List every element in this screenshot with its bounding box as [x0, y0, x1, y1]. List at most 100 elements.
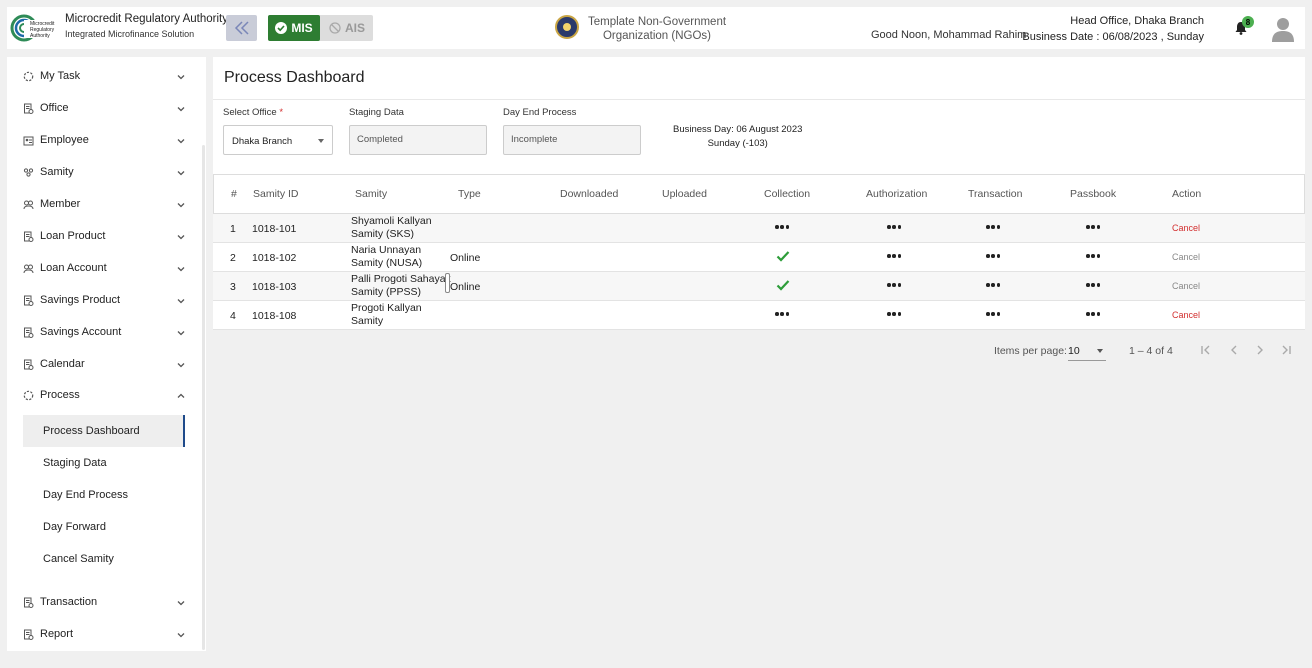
- sidebar-subitem-day-forward[interactable]: Day Forward: [23, 511, 185, 543]
- column-header-action: Action: [1172, 188, 1202, 200]
- chevron-up-icon: [176, 390, 186, 400]
- passbook-status-icon[interactable]: [1086, 312, 1100, 316]
- authorization-status-icon[interactable]: [887, 312, 901, 316]
- sidebar-item-office[interactable]: Office: [7, 94, 197, 122]
- previous-page-icon[interactable]: [1227, 343, 1241, 357]
- column-header-samity-id: Samity ID: [253, 188, 299, 200]
- sidebar-item-my-task[interactable]: My Task: [7, 62, 197, 90]
- sidebar-item-process[interactable]: Process: [7, 381, 197, 409]
- sidebar-item-savings-account[interactable]: Savings Account: [7, 318, 197, 346]
- sidebar-item-loan-account[interactable]: Loan Account: [7, 254, 197, 282]
- sidebar-item-savings-product[interactable]: Savings Product: [7, 286, 197, 314]
- passbook-status-icon[interactable]: [1086, 225, 1100, 229]
- sidebar-subitem-process-dashboard[interactable]: Process Dashboard: [23, 415, 185, 447]
- sidebar-scrollbar[interactable]: [202, 145, 205, 650]
- select-office-label: Select Office *: [223, 107, 283, 118]
- column-header-passbook: Passbook: [1070, 188, 1117, 200]
- passbook-status-icon[interactable]: [1086, 254, 1100, 258]
- chevron-down-icon: [176, 263, 186, 273]
- staging-data-field: Completed: [349, 125, 487, 155]
- top-header: Microcredit Regulatory Authority Microcr…: [7, 7, 1305, 49]
- collection-status-icon[interactable]: [775, 312, 789, 316]
- table-row: 3 1018-103 Palli Progoti Sahayak Samity (P…: [213, 272, 1305, 301]
- sidebar-item-label: Loan Product: [40, 230, 106, 242]
- cancel-action-link[interactable]: Cancel: [1172, 310, 1200, 320]
- paginator: Items per page: 10 1 – 4 of 4: [213, 330, 1305, 373]
- business-date: Business Date : 06/08/2023 , Sunday: [1022, 31, 1204, 43]
- document-icon: [23, 231, 34, 242]
- authorization-status-icon[interactable]: [887, 254, 901, 258]
- column-header-uploaded: Uploaded: [662, 188, 707, 200]
- sidebar-item-label: Office: [40, 102, 69, 114]
- collection-status-icon[interactable]: [775, 225, 789, 229]
- authorization-status-icon[interactable]: [887, 283, 901, 287]
- sidebar-item-label: Calendar: [40, 358, 85, 370]
- chevron-down-icon: [176, 103, 186, 113]
- transaction-status-icon[interactable]: [986, 225, 1000, 229]
- sidebar-item-label: Savings Product: [40, 294, 121, 306]
- authorization-status-icon[interactable]: [887, 225, 901, 229]
- user-avatar-icon[interactable]: [1271, 16, 1295, 42]
- items-per-page-label: Items per page:: [994, 345, 1067, 357]
- check-circle-icon: [275, 22, 288, 34]
- column-header-downloaded: Downloaded: [560, 188, 619, 200]
- chevron-down-icon: [176, 327, 186, 337]
- sidebar-item-employee[interactable]: Employee: [7, 126, 197, 154]
- collapse-sidebar-button[interactable]: [226, 15, 257, 41]
- sidebar-item-transaction[interactable]: Transaction: [7, 588, 197, 616]
- transaction-status-icon[interactable]: [986, 312, 1000, 316]
- next-page-icon[interactable]: [1253, 343, 1267, 357]
- last-page-icon[interactable]: [1279, 343, 1293, 357]
- document-icon: [23, 327, 34, 338]
- sidebar-subitem-label: Day End Process: [43, 489, 128, 501]
- required-mark: *: [279, 107, 284, 118]
- title-divider: [213, 99, 1305, 100]
- row-number: 4: [230, 310, 236, 322]
- document-icon: [23, 597, 34, 608]
- items-per-page-select[interactable]: 10: [1068, 339, 1106, 361]
- org-subtitle: Integrated Microfinance Solution: [65, 29, 195, 39]
- sidebar-item-samity[interactable]: Samity: [7, 158, 197, 186]
- samity-id: 1018-101: [252, 223, 297, 235]
- page-title: Process Dashboard: [224, 69, 365, 86]
- org-title: Microcredit Regulatory Authority: [65, 13, 228, 25]
- transaction-status-icon[interactable]: [986, 283, 1000, 287]
- cancel-action-link[interactable]: Cancel: [1172, 281, 1200, 291]
- sidebar-item-calendar[interactable]: Calendar: [7, 350, 197, 378]
- chevron-down-icon: [176, 629, 186, 639]
- sidebar-subitem-label: Staging Data: [43, 457, 107, 469]
- table-row: 1 1018-101 Shyamoli Kallyan Samity (SKS) Ca…: [213, 214, 1305, 243]
- sidebar-subitem-label: Cancel Samity: [43, 553, 114, 565]
- sidebar-subitem-cancel-samity[interactable]: Cancel Samity: [23, 543, 185, 575]
- circle-dashed-icon: [23, 71, 34, 82]
- sidebar-item-label: Process: [40, 389, 80, 401]
- sidebar-item-report[interactable]: Report: [7, 620, 197, 648]
- employee-icon: [23, 135, 34, 146]
- chevron-down-icon: [176, 199, 186, 209]
- samity-name: Shyamoli Kallyan Samity (SKS): [351, 215, 432, 240]
- cancel-action-link[interactable]: Cancel: [1172, 252, 1200, 262]
- first-page-icon[interactable]: [1199, 343, 1213, 357]
- page-range: 1 – 4 of 4: [1129, 345, 1173, 357]
- government-seal-icon: [555, 15, 579, 39]
- sidebar-item-member[interactable]: Member: [7, 190, 197, 218]
- sidebar-subitem-staging-data[interactable]: Staging Data: [23, 447, 185, 479]
- sidebar-item-loan-product[interactable]: Loan Product: [7, 222, 197, 250]
- mis-button[interactable]: MIS: [268, 15, 320, 41]
- notification-badge: 8: [1242, 16, 1254, 28]
- sidebar-subitem-label: Day Forward: [43, 521, 106, 533]
- ais-button[interactable]: AIS: [321, 15, 373, 41]
- sidebar-subitem-day-end-process[interactable]: Day End Process: [23, 479, 185, 511]
- members-icon: [23, 199, 34, 210]
- business-day-line-2: Sunday (-103): [707, 138, 768, 149]
- transaction-status-icon[interactable]: [986, 254, 1000, 258]
- cancel-action-link[interactable]: Cancel: [1172, 223, 1200, 233]
- day-end-process-field: Incomplete: [503, 125, 641, 155]
- passbook-status-icon[interactable]: [1086, 283, 1100, 287]
- chevron-down-icon: [176, 359, 186, 369]
- greeting-text: Good Noon, Mohammad Rahim: [871, 29, 1027, 41]
- select-office-dropdown[interactable]: Dhaka Branch: [223, 125, 333, 155]
- column-header-collection: Collection: [764, 188, 811, 200]
- organization-name: Template Non-Government Organization (NG…: [587, 15, 727, 43]
- table-row: 4 1018-108 Progoti Kallyan Samity Cancel: [213, 301, 1305, 330]
